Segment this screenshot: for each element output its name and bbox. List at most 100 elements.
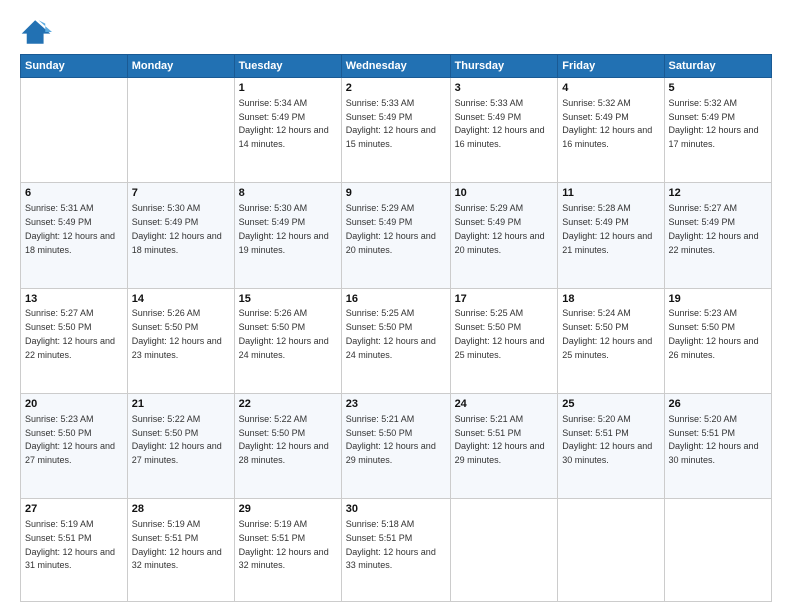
day-info: Sunrise: 5:26 AM Sunset: 5:50 PM Dayligh… [132, 308, 222, 359]
day-info: Sunrise: 5:25 AM Sunset: 5:50 PM Dayligh… [346, 308, 436, 359]
day-info: Sunrise: 5:33 AM Sunset: 5:49 PM Dayligh… [455, 98, 545, 149]
day-info: Sunrise: 5:27 AM Sunset: 5:49 PM Dayligh… [669, 203, 759, 254]
day-info: Sunrise: 5:27 AM Sunset: 5:50 PM Dayligh… [25, 308, 115, 359]
week-row-3: 13Sunrise: 5:27 AM Sunset: 5:50 PM Dayli… [21, 288, 772, 393]
week-row-1: 1 Sunrise: 5:34 AM Sunset: 5:49 PM Daylig… [21, 78, 772, 183]
day-number: 21 [132, 397, 230, 412]
day-number: 30 [346, 502, 446, 517]
weekday-sunday: Sunday [21, 55, 128, 78]
day-info: Sunrise: 5:20 AM Sunset: 5:51 PM Dayligh… [669, 414, 759, 465]
weekday-monday: Monday [127, 55, 234, 78]
day-cell: 4 Sunrise: 5:32 AM Sunset: 5:49 PM Daylig… [558, 78, 664, 183]
day-info: Sunrise: 5:34 AM Sunset: 5:49 PM Dayligh… [239, 98, 329, 149]
day-info: Sunrise: 5:21 AM Sunset: 5:50 PM Dayligh… [346, 414, 436, 465]
day-cell: 12Sunrise: 5:27 AM Sunset: 5:49 PM Dayli… [664, 183, 771, 288]
day-cell [21, 78, 128, 183]
day-cell: 19Sunrise: 5:23 AM Sunset: 5:50 PM Dayli… [664, 288, 771, 393]
day-number: 13 [25, 292, 123, 307]
day-cell [127, 78, 234, 183]
day-cell: 8 Sunrise: 5:30 AM Sunset: 5:49 PM Daylig… [234, 183, 341, 288]
day-cell: 26 Sunrise: 5:20 AM Sunset: 5:51 PM Dayli… [664, 393, 771, 498]
logo-icon [20, 18, 52, 46]
day-number: 8 [239, 186, 337, 201]
day-number: 9 [346, 186, 446, 201]
day-cell: 9Sunrise: 5:29 AM Sunset: 5:49 PM Daylig… [341, 183, 450, 288]
day-number: 18 [562, 292, 659, 307]
day-number: 23 [346, 397, 446, 412]
weekday-thursday: Thursday [450, 55, 558, 78]
day-number: 24 [455, 397, 554, 412]
day-cell: 23 Sunrise: 5:21 AM Sunset: 5:50 PM Dayli… [341, 393, 450, 498]
day-cell: 22 Sunrise: 5:22 AM Sunset: 5:50 PM Dayli… [234, 393, 341, 498]
day-number: 17 [455, 292, 554, 307]
day-cell: 24 Sunrise: 5:21 AM Sunset: 5:51 PM Dayli… [450, 393, 558, 498]
day-cell: 15Sunrise: 5:26 AM Sunset: 5:50 PM Dayli… [234, 288, 341, 393]
day-number: 22 [239, 397, 337, 412]
day-number: 15 [239, 292, 337, 307]
day-cell: 21 Sunrise: 5:22 AM Sunset: 5:50 PM Dayli… [127, 393, 234, 498]
day-info: Sunrise: 5:32 AM Sunset: 5:49 PM Dayligh… [669, 98, 759, 149]
day-number: 2 [346, 81, 446, 96]
day-number: 28 [132, 502, 230, 517]
day-number: 19 [669, 292, 767, 307]
day-cell: 7 Sunrise: 5:30 AM Sunset: 5:49 PM Daylig… [127, 183, 234, 288]
day-info: Sunrise: 5:19 AM Sunset: 5:51 PM Dayligh… [239, 519, 329, 570]
logo [20, 18, 56, 46]
day-cell: 28 Sunrise: 5:19 AM Sunset: 5:51 PM Dayli… [127, 499, 234, 602]
weekday-wednesday: Wednesday [341, 55, 450, 78]
day-info: Sunrise: 5:19 AM Sunset: 5:51 PM Dayligh… [25, 519, 115, 570]
header [20, 18, 772, 46]
day-info: Sunrise: 5:23 AM Sunset: 5:50 PM Dayligh… [25, 414, 115, 465]
day-cell: 25 Sunrise: 5:20 AM Sunset: 5:51 PM Dayli… [558, 393, 664, 498]
day-number: 26 [669, 397, 767, 412]
day-cell: 14Sunrise: 5:26 AM Sunset: 5:50 PM Dayli… [127, 288, 234, 393]
day-cell: 3 Sunrise: 5:33 AM Sunset: 5:49 PM Daylig… [450, 78, 558, 183]
day-number: 1 [239, 81, 337, 96]
day-number: 29 [239, 502, 337, 517]
day-info: Sunrise: 5:24 AM Sunset: 5:50 PM Dayligh… [562, 308, 652, 359]
day-cell [664, 499, 771, 602]
day-number: 4 [562, 81, 659, 96]
day-cell: 2 Sunrise: 5:33 AM Sunset: 5:49 PM Daylig… [341, 78, 450, 183]
day-cell: 1 Sunrise: 5:34 AM Sunset: 5:49 PM Daylig… [234, 78, 341, 183]
day-number: 6 [25, 186, 123, 201]
day-number: 20 [25, 397, 123, 412]
day-number: 10 [455, 186, 554, 201]
day-number: 3 [455, 81, 554, 96]
day-info: Sunrise: 5:18 AM Sunset: 5:51 PM Dayligh… [346, 519, 436, 570]
day-info: Sunrise: 5:21 AM Sunset: 5:51 PM Dayligh… [455, 414, 545, 465]
weekday-tuesday: Tuesday [234, 55, 341, 78]
day-info: Sunrise: 5:32 AM Sunset: 5:49 PM Dayligh… [562, 98, 652, 149]
weekday-header-row: SundayMondayTuesdayWednesdayThursdayFrid… [21, 55, 772, 78]
day-info: Sunrise: 5:30 AM Sunset: 5:49 PM Dayligh… [132, 203, 222, 254]
day-info: Sunrise: 5:23 AM Sunset: 5:50 PM Dayligh… [669, 308, 759, 359]
day-info: Sunrise: 5:29 AM Sunset: 5:49 PM Dayligh… [455, 203, 545, 254]
day-info: Sunrise: 5:22 AM Sunset: 5:50 PM Dayligh… [132, 414, 222, 465]
day-number: 7 [132, 186, 230, 201]
day-cell [450, 499, 558, 602]
day-cell: 30 Sunrise: 5:18 AM Sunset: 5:51 PM Dayli… [341, 499, 450, 602]
day-number: 5 [669, 81, 767, 96]
day-cell: 6Sunrise: 5:31 AM Sunset: 5:49 PM Daylig… [21, 183, 128, 288]
day-info: Sunrise: 5:22 AM Sunset: 5:50 PM Dayligh… [239, 414, 329, 465]
day-number: 25 [562, 397, 659, 412]
week-row-5: 27Sunrise: 5:19 AM Sunset: 5:51 PM Dayli… [21, 499, 772, 602]
day-info: Sunrise: 5:33 AM Sunset: 5:49 PM Dayligh… [346, 98, 436, 149]
day-cell: 27Sunrise: 5:19 AM Sunset: 5:51 PM Dayli… [21, 499, 128, 602]
week-row-2: 6Sunrise: 5:31 AM Sunset: 5:49 PM Daylig… [21, 183, 772, 288]
day-cell [558, 499, 664, 602]
day-info: Sunrise: 5:30 AM Sunset: 5:49 PM Dayligh… [239, 203, 329, 254]
day-number: 11 [562, 186, 659, 201]
day-cell: 18Sunrise: 5:24 AM Sunset: 5:50 PM Dayli… [558, 288, 664, 393]
day-cell: 13Sunrise: 5:27 AM Sunset: 5:50 PM Dayli… [21, 288, 128, 393]
page: SundayMondayTuesdayWednesdayThursdayFrid… [0, 0, 792, 612]
day-cell: 10 Sunrise: 5:29 AM Sunset: 5:49 PM Dayli… [450, 183, 558, 288]
day-info: Sunrise: 5:20 AM Sunset: 5:51 PM Dayligh… [562, 414, 652, 465]
weekday-saturday: Saturday [664, 55, 771, 78]
calendar-table: SundayMondayTuesdayWednesdayThursdayFrid… [20, 54, 772, 602]
day-info: Sunrise: 5:19 AM Sunset: 5:51 PM Dayligh… [132, 519, 222, 570]
week-row-4: 20 Sunrise: 5:23 AM Sunset: 5:50 PM Dayli… [21, 393, 772, 498]
weekday-friday: Friday [558, 55, 664, 78]
day-info: Sunrise: 5:25 AM Sunset: 5:50 PM Dayligh… [455, 308, 545, 359]
day-info: Sunrise: 5:28 AM Sunset: 5:49 PM Dayligh… [562, 203, 652, 254]
